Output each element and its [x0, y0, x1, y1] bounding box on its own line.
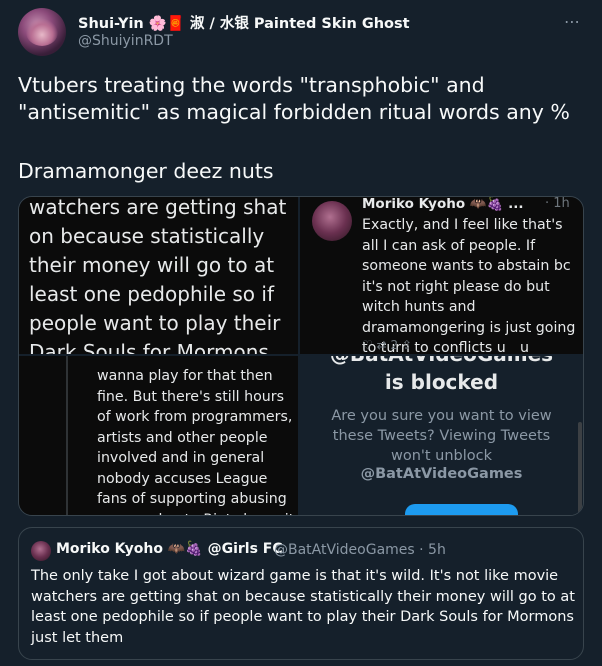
thread-line	[66, 356, 68, 515]
tweet-media-grid[interactable]: watchers are getting shat on because sta…	[18, 196, 584, 516]
tweet-text: Vtubers treating the words "transphobic"…	[18, 73, 570, 124]
quoted-handle-time: @BatAtVideoGames · 5h	[274, 542, 446, 558]
blocked-title: is blocked	[384, 370, 499, 394]
quoted-text: The only take I got about wizard game is…	[31, 568, 575, 646]
more-options-icon[interactable]: ⋯	[564, 12, 586, 32]
avatar	[31, 541, 51, 561]
blocked-handle: @BatAtVideoGames	[360, 466, 523, 482]
avatar[interactable]	[18, 8, 66, 56]
media-image-1-text: watchers are getting shat on because sta…	[29, 197, 287, 354]
media-image-2-text: Exactly, and I feel like that's all I ca…	[362, 217, 576, 354]
media-image-1[interactable]: watchers are getting shat on because sta…	[19, 197, 298, 354]
media-image-2-time: · 1h	[545, 197, 570, 211]
scrollbar	[578, 422, 582, 515]
media-image-2-name: Moriko Kyoho 🦇🍇 ...	[362, 197, 524, 212]
quoted-display-name: Moriko Kyoho 🦇🍇 @Girls FC	[56, 541, 283, 557]
media-image-2[interactable]: Moriko Kyoho 🦇🍇 ... · 1h Exactly, and I …	[300, 197, 583, 354]
media-image-4[interactable]: @BatAtVideoGames is blocked Are you sure…	[300, 356, 583, 515]
media-image-3[interactable]: wanna play for that then fine. But there…	[19, 356, 298, 515]
user-handle[interactable]: @ShuiyinRDT	[78, 33, 173, 49]
tweet-text-line2: Dramamonger deez nuts	[18, 159, 274, 183]
view-tweets-button	[405, 504, 518, 515]
quoted-tweet[interactable]: Moriko Kyoho 🦇🍇 @Girls FC @BatAtVideoGam…	[18, 527, 584, 660]
avatar	[312, 201, 352, 241]
blocked-body: Are you sure you want to view these Twee…	[331, 408, 552, 464]
blocked-handle-top: @BatAtVideoGames	[300, 356, 583, 366]
display-name[interactable]: Shui-Yin 🌸🧧 淑 / 水银 Painted Skin Ghost	[78, 12, 410, 33]
media-image-3-text: wanna play for that then fine. But there…	[97, 368, 294, 515]
media-image-2-actions: ♡ ⇄ 2 ⇪	[362, 338, 412, 352]
